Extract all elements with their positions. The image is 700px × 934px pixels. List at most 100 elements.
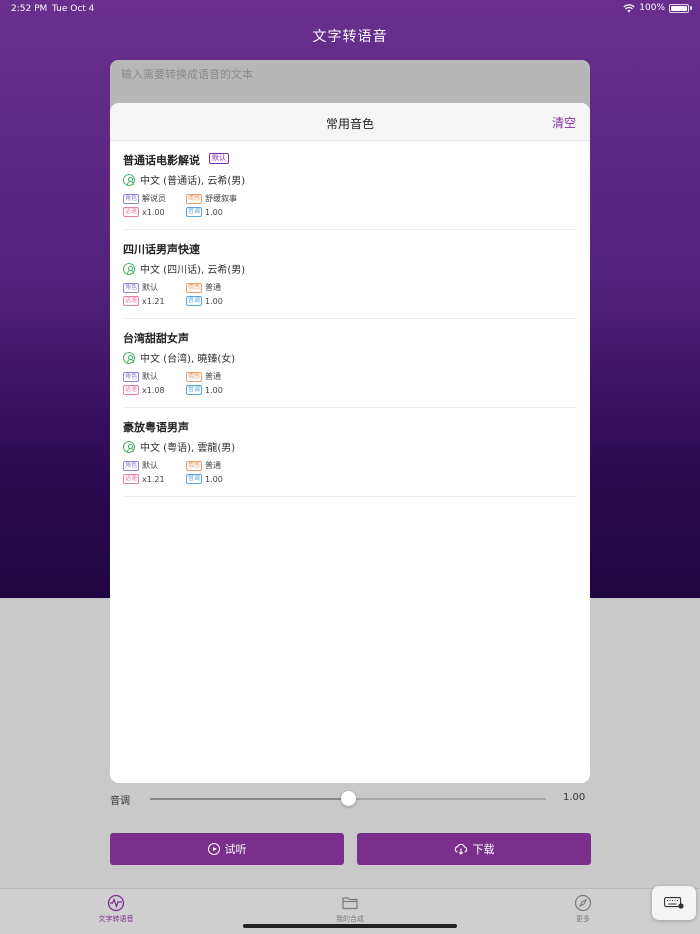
voice-language-row: 中文 (四川话), 云希(男) <box>123 261 245 276</box>
home-indicator <box>243 924 457 928</box>
speed-tag: 语速 <box>123 385 140 395</box>
role-meta: 角色 默认 <box>123 282 158 293</box>
page-title: 文字转语音 <box>312 29 388 45</box>
voice-language: 中文 (台湾), 曉臻(女) <box>140 354 236 365</box>
status-indicators: 100% <box>623 3 692 13</box>
pitch-meta: 音调 1.00 <box>186 207 223 217</box>
voice-list-item[interactable]: 台湾甜甜女声 中文 (台湾), 曉臻(女) 角色 默认 情感 普通 语速 x1.08 … <box>123 319 577 408</box>
voice-name: 豪放粤语男声 <box>123 421 189 434</box>
tab-my-synthesis[interactable]: 我的合成 <box>310 894 390 924</box>
mood-tag: 情感 <box>186 371 203 382</box>
download-button[interactable]: 下载 <box>357 833 591 865</box>
mood-meta: 情感 普通 <box>186 460 221 471</box>
role-tag: 角色 <box>123 460 140 471</box>
status-bar: 2:52 PM Tue Oct 4 100% <box>0 0 700 18</box>
voice-language-row: 中文 (台湾), 曉臻(女) <box>123 350 235 365</box>
status-date: Tue Oct 4 <box>52 4 95 14</box>
pitch-meta: 音调 1.00 <box>186 385 223 395</box>
voice-list-item[interactable]: 普通话电影解说 默认 中文 (普通话), 云希(男) 角色 解说员 情感 舒缓叙事 … <box>123 141 577 230</box>
tab-label: 文字转语音 <box>98 915 134 923</box>
role-value: 默认 <box>142 372 159 381</box>
text-input-placeholder: 输入需要转换成语音的文本 <box>121 68 253 81</box>
wifi-icon <box>623 3 635 12</box>
pitch-value: 1.00 <box>205 296 223 306</box>
person-icon <box>123 351 135 364</box>
speed-tag: 语速 <box>123 296 140 306</box>
listen-button[interactable]: 试听 <box>110 833 344 865</box>
cloud-download-icon <box>454 843 467 855</box>
person-icon <box>123 173 135 186</box>
voice-language-row: 中文 (粤语), 雲龍(男) <box>123 439 235 454</box>
voice-language: 中文 (普通话), 云希(男) <box>140 176 246 187</box>
folder-icon <box>342 897 358 910</box>
battery-nub <box>690 6 692 10</box>
voice-language: 中文 (四川话), 云希(男) <box>140 265 246 276</box>
play-icon <box>207 843 220 855</box>
default-badge: 默认 <box>209 153 229 164</box>
pitch-slider-thumb[interactable] <box>340 791 356 806</box>
role-meta: 角色 默认 <box>123 371 158 382</box>
pitch-meta: 音调 1.00 <box>186 296 223 306</box>
voice-language: 中文 (粤语), 雲龍(男) <box>140 443 236 454</box>
voice-list-item[interactable]: 四川话男声快速 中文 (四川话), 云希(男) 角色 默认 情感 普通 语速 x1.2… <box>123 230 577 319</box>
battery-icon <box>669 3 689 13</box>
mood-tag: 情感 <box>186 282 203 293</box>
role-value: 默认 <box>142 461 159 470</box>
tab-more[interactable]: 更多 <box>543 894 623 924</box>
speed-value: x1.21 <box>142 296 165 306</box>
pitch-tag: 音调 <box>186 474 203 484</box>
mood-value: 普通 <box>205 372 222 381</box>
speed-tag: 语速 <box>123 474 140 484</box>
common-voices-sheet: 常用音色 清空 普通话电影解说 默认 中文 (普通话), 云希(男) 角色 解说员… <box>110 103 590 783</box>
voice-name: 台湾甜甜女声 <box>123 332 189 345</box>
pitch-tag: 音调 <box>186 296 203 306</box>
pitch-slider-label: 音调 <box>110 796 130 807</box>
pitch-tag: 音调 <box>186 207 203 217</box>
tab-text-to-speech[interactable]: 文字转语音 <box>76 894 156 924</box>
keyboard-icon <box>664 897 684 909</box>
speed-value: x1.00 <box>142 207 165 217</box>
sheet-header: 常用音色 清空 <box>110 103 590 141</box>
mood-meta: 情感 普通 <box>186 282 221 293</box>
speed-meta: 语速 x1.00 <box>123 207 165 217</box>
pitch-value: 1.00 <box>205 474 223 484</box>
role-tag: 角色 <box>123 282 140 293</box>
clear-button[interactable]: 清空 <box>552 114 576 131</box>
pitch-meta: 音调 1.00 <box>186 474 223 484</box>
mood-value: 普通 <box>205 461 222 470</box>
voice-name: 普通话电影解说 <box>123 154 200 167</box>
battery-percent: 100% <box>639 3 665 13</box>
tab-label: 我的合成 <box>336 915 364 923</box>
pitch-tag: 音调 <box>186 385 203 395</box>
mood-value: 普通 <box>205 283 222 292</box>
role-value: 解说员 <box>142 194 167 203</box>
person-icon <box>123 262 135 275</box>
mood-meta: 情感 普通 <box>186 371 221 382</box>
listen-button-label: 试听 <box>224 843 247 856</box>
waveform-icon <box>107 894 125 912</box>
role-tag: 角色 <box>123 371 140 382</box>
mood-tag: 情感 <box>186 460 203 471</box>
mood-tag: 情感 <box>186 193 203 204</box>
speed-meta: 语速 x1.08 <box>123 385 165 395</box>
role-meta: 角色 默认 <box>123 460 158 471</box>
keyboard-button[interactable] <box>652 886 696 920</box>
speed-tag: 语速 <box>123 207 140 217</box>
download-button-label: 下载 <box>472 843 495 856</box>
pitch-slider-value: 1.00 <box>563 792 586 803</box>
voice-name: 四川话男声快速 <box>123 243 200 256</box>
person-icon <box>123 440 135 453</box>
role-value: 默认 <box>142 283 159 292</box>
voice-list-item[interactable]: 豪放粤语男声 中文 (粤语), 雲龍(男) 角色 默认 情感 普通 语速 x1.21 … <box>123 408 577 497</box>
role-tag: 角色 <box>123 193 140 204</box>
compass-icon <box>574 894 592 912</box>
voice-language-row: 中文 (普通话), 云希(男) <box>123 172 245 187</box>
pitch-slider-fill <box>150 798 348 800</box>
role-meta: 角色 解说员 <box>123 193 166 204</box>
mood-meta: 情感 舒缓叙事 <box>186 193 237 204</box>
sheet-title: 常用音色 <box>325 117 374 131</box>
speed-value: x1.08 <box>142 385 165 395</box>
pitch-value: 1.00 <box>205 207 223 217</box>
pitch-value: 1.00 <box>205 385 223 395</box>
status-time: 2:52 PM <box>11 4 48 14</box>
